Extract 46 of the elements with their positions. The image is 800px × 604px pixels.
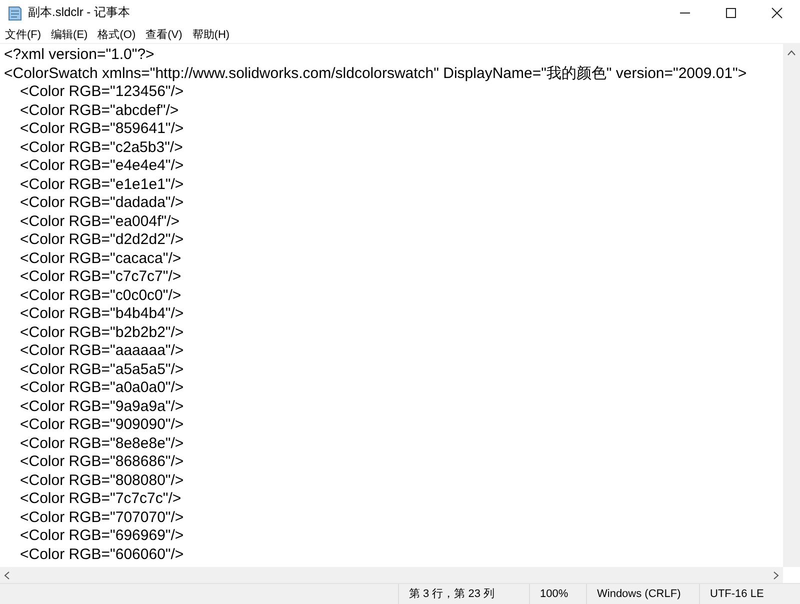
code-line: <Color RGB="cacaca"/> bbox=[19, 250, 182, 268]
scroll-left-icon[interactable] bbox=[4, 570, 10, 580]
maximize-icon bbox=[725, 6, 737, 18]
code-line: <Color RGB="8e8e8e"/> bbox=[19, 434, 185, 453]
status-text: UTF-16 LE bbox=[699, 584, 800, 604]
code-line: <Color RGB="a0a0a0"/> bbox=[19, 379, 185, 398]
menu-item[interactable]: 格式(O) bbox=[96, 26, 137, 42]
status-text: 第 3 行，第 23 列 bbox=[398, 584, 529, 604]
code-line: <Color RGB="c7c7c7"/> bbox=[19, 268, 182, 286]
scroll-up-icon[interactable] bbox=[787, 50, 796, 56]
code-line: <Color RGB="c0c0c0"/> bbox=[19, 286, 182, 305]
code-line: <Color RGB="abcdef"/> bbox=[19, 102, 180, 120]
code-line: <Color RGB="909090"/> bbox=[19, 416, 185, 434]
status-text: 100% bbox=[529, 584, 586, 604]
notepad-icon bbox=[8, 4, 22, 20]
horizontal-scrollbar[interactable] bbox=[0, 567, 783, 583]
code-line: <Color RGB="aaaaaa"/> bbox=[19, 342, 185, 360]
code-line: <Color RGB="7c7c7c"/> bbox=[19, 490, 182, 508]
close-icon bbox=[771, 6, 783, 18]
code-line: <Color RGB="868686"/> bbox=[19, 453, 185, 472]
code-line: <Color RGB="707070"/> bbox=[19, 508, 185, 527]
scroll-right-icon[interactable] bbox=[773, 570, 779, 580]
code-line: <Color RGB="606060"/> bbox=[19, 546, 185, 564]
code-line: <Color RGB="a5a5a5"/> bbox=[19, 360, 185, 379]
code-line: <Color RGB="9a9a9a"/> bbox=[19, 398, 185, 416]
window-title: 副本.sldclr - 记事本 bbox=[28, 4, 130, 21]
code-line: <Color RGB="808080"/> bbox=[19, 472, 185, 490]
menu-item[interactable]: 帮助(H) bbox=[191, 26, 231, 42]
vertical-scrollbar[interactable] bbox=[783, 44, 800, 567]
code-line: <Color RGB="b2b2b2"/> bbox=[19, 324, 185, 342]
code-line: <Color RGB="dadada"/> bbox=[19, 194, 185, 212]
code-line: <Color RGB="123456"/> bbox=[19, 83, 185, 102]
code-line: <ColorSwatch xmlns="http://www.solidworks.com/sldcolorswatch" DisplayName="我的颜色" version="2009.01"> bbox=[4, 64, 748, 83]
code-line: <Color RGB="e4e4e4"/> bbox=[19, 157, 185, 176]
code-line: <Color RGB="ea004f"/> bbox=[19, 212, 180, 231]
menu-item[interactable]: 编辑(E) bbox=[50, 26, 89, 42]
status-text: Windows (CRLF) bbox=[586, 584, 699, 604]
code-line: <Color RGB="c2a5b3"/> bbox=[19, 138, 184, 157]
code-line: <Color RGB="d2d2d2"/> bbox=[19, 231, 185, 250]
code-line: <?xml version="1.0"?> bbox=[4, 46, 156, 64]
menu-item[interactable]: 查看(V) bbox=[144, 26, 184, 42]
code-line: <Color RGB="b4b4b4"/> bbox=[19, 305, 185, 324]
code-line: <Color RGB="859641"/> bbox=[19, 120, 185, 138]
code-line: <Color RGB="696969"/> bbox=[19, 527, 185, 546]
menu-item[interactable]: 文件(F) bbox=[4, 26, 42, 42]
code-line: <Color RGB="e1e1e1"/> bbox=[19, 176, 185, 194]
